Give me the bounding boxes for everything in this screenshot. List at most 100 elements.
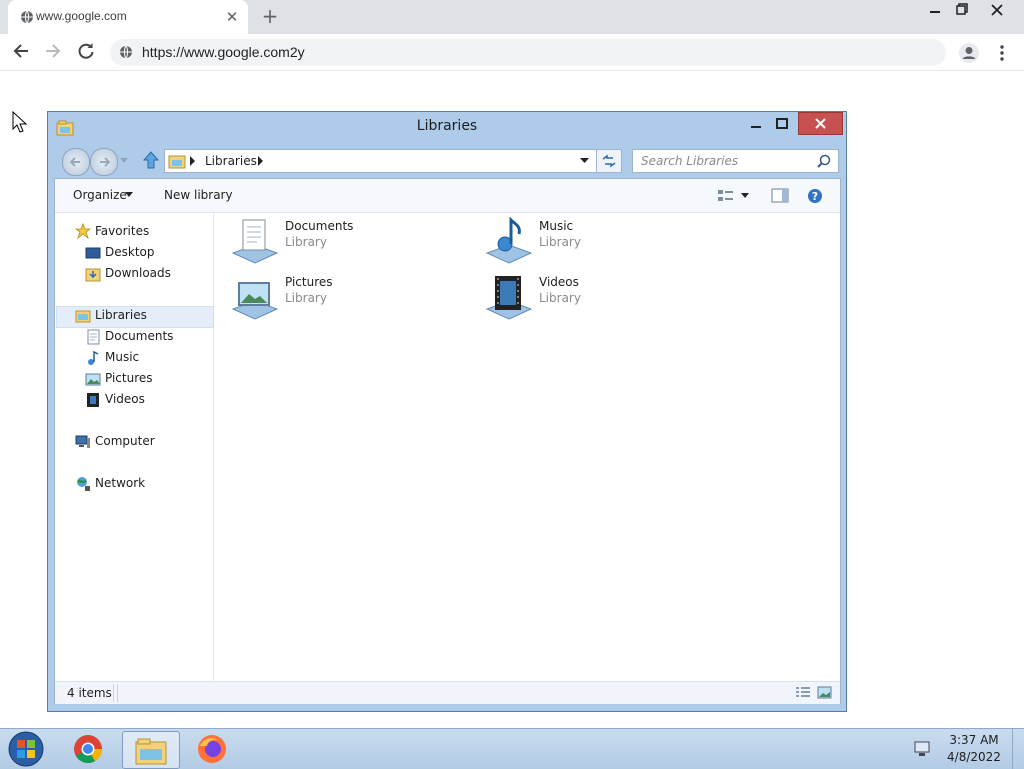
browser-close-button[interactable] <box>982 2 1012 18</box>
reload-icon <box>78 43 94 59</box>
clock-date[interactable]: 4/8/2022 <box>944 750 1004 764</box>
library-type: Library <box>285 291 327 305</box>
breadcrumb-arrow-icon[interactable] <box>258 156 264 166</box>
search-icon[interactable] <box>817 154 831 168</box>
large-icons-view-icon[interactable] <box>817 686 833 700</box>
explorer-window: Libraries Libraries Search Libraries Org… <box>47 111 847 712</box>
breadcrumb-arrow-icon[interactable] <box>190 156 196 166</box>
libraries-folder-icon <box>75 310 91 323</box>
favorites-star-icon <box>75 223 91 239</box>
site-info-icon[interactable] <box>119 45 133 59</box>
forward-arrow-icon <box>46 44 61 58</box>
explorer-forward-button[interactable] <box>90 148 118 176</box>
taskbar-explorer-button[interactable] <box>122 731 180 769</box>
library-name: Videos <box>539 275 579 289</box>
svg-text:?: ? <box>812 190 818 203</box>
help-icon[interactable]: ? <box>807 188 823 204</box>
clock-time[interactable]: 3:37 AM <box>944 733 1004 747</box>
forward-arrow-icon <box>100 157 111 167</box>
refresh-button[interactable] <box>596 149 622 173</box>
search-placeholder: Search Libraries <box>641 154 739 168</box>
taskbar-firefox-button[interactable] <box>184 731 240 767</box>
documents-library-icon <box>231 219 279 264</box>
tab-close-button[interactable]: ✕ <box>222 7 242 27</box>
view-dropdown-icon[interactable] <box>741 193 749 199</box>
browser-restore-button[interactable] <box>946 2 976 18</box>
navigation-pane: Favorites Desktop Downloads Libraries Do… <box>55 213 214 681</box>
library-name: Pictures <box>285 275 333 289</box>
network-icon <box>77 477 90 491</box>
organize-button[interactable]: Organize <box>73 188 127 202</box>
profile-icon[interactable] <box>958 42 980 64</box>
address-history-dropdown-icon[interactable] <box>580 158 590 164</box>
nav-documents[interactable]: Documents <box>105 329 173 343</box>
library-tile-pictures[interactable]: Pictures Library <box>231 273 431 321</box>
tab-title: www.google.com <box>36 9 127 23</box>
library-tile-music[interactable]: Music Library <box>485 217 685 265</box>
nav-favorites[interactable]: Favorites <box>95 224 149 238</box>
nav-pictures[interactable]: Pictures <box>105 371 153 385</box>
library-tile-documents[interactable]: Documents Library <box>231 217 431 265</box>
library-name: Music <box>539 219 574 233</box>
videos-library-icon <box>485 276 533 320</box>
forward-button[interactable] <box>42 40 64 62</box>
library-type: Library <box>285 235 327 249</box>
explorer-close-button[interactable] <box>798 112 843 135</box>
explorer-content: Organize New library ? Favorites Desktop… <box>54 178 841 704</box>
details-view-icon[interactable] <box>795 686 811 700</box>
mouse-cursor-icon <box>12 111 28 133</box>
change-view-icon[interactable] <box>717 188 735 204</box>
nav-music[interactable]: Music <box>105 350 139 364</box>
status-bar: 4 items <box>55 681 840 704</box>
network-tray-icon[interactable] <box>913 740 933 758</box>
pictures-library-icon <box>231 282 279 320</box>
taskbar: 3:37 AM 4/8/2022 <box>0 728 1024 769</box>
url-text[interactable]: https://www.google.com2y <box>142 44 305 60</box>
preview-pane-icon[interactable] <box>771 188 789 204</box>
nav-libraries[interactable]: Libraries <box>95 308 147 322</box>
library-name: Documents <box>285 219 354 233</box>
chrome-icon <box>74 735 102 763</box>
browser-tab[interactable]: www.google.com ✕ <box>8 0 248 34</box>
back-button[interactable] <box>10 40 32 62</box>
new-library-button[interactable]: New library <box>164 188 233 202</box>
library-tile-videos[interactable]: Videos Library <box>485 273 685 321</box>
show-desktop-button[interactable] <box>1012 729 1024 769</box>
reload-button[interactable] <box>75 40 97 62</box>
nav-network[interactable]: Network <box>95 476 145 490</box>
nav-videos[interactable]: Videos <box>105 392 145 406</box>
downloads-folder-icon <box>85 268 101 282</box>
nav-computer[interactable]: Computer <box>95 434 155 448</box>
start-button-icon[interactable] <box>6 730 46 768</box>
library-type: Library <box>539 235 581 249</box>
explorer-folder-icon <box>135 738 167 765</box>
status-divider <box>113 684 118 702</box>
pictures-icon <box>85 373 101 386</box>
organize-dropdown-icon[interactable] <box>125 192 133 198</box>
menu-dots-icon[interactable] <box>996 43 1008 63</box>
firefox-icon <box>198 735 226 763</box>
nav-downloads[interactable]: Downloads <box>105 266 171 280</box>
explorer-back-button[interactable] <box>62 148 90 176</box>
globe-icon <box>21 10 33 24</box>
search-box[interactable]: Search Libraries <box>632 149 839 173</box>
item-count: 4 items <box>67 686 112 700</box>
recent-pages-dropdown-icon[interactable] <box>120 156 128 164</box>
desktop-icon <box>85 247 101 259</box>
back-arrow-icon <box>69 157 80 167</box>
window-title: Libraries <box>416 118 478 134</box>
music-icon <box>88 350 99 365</box>
address-segment[interactable]: Libraries <box>205 154 257 168</box>
documents-icon <box>87 329 100 345</box>
back-arrow-icon <box>13 44 28 58</box>
refresh-icon <box>602 154 616 168</box>
nav-desktop[interactable]: Desktop <box>105 245 155 259</box>
explorer-maximize-button[interactable] <box>770 115 794 133</box>
explorer-minimize-button[interactable] <box>744 115 768 133</box>
command-bar: Organize New library ? <box>55 179 840 213</box>
up-arrow-icon[interactable] <box>142 150 160 170</box>
explorer-address-bar[interactable]: Libraries <box>164 149 622 173</box>
libraries-folder-icon <box>168 155 186 169</box>
taskbar-chrome-button[interactable] <box>60 731 116 767</box>
new-tab-button[interactable]: + <box>258 5 282 29</box>
